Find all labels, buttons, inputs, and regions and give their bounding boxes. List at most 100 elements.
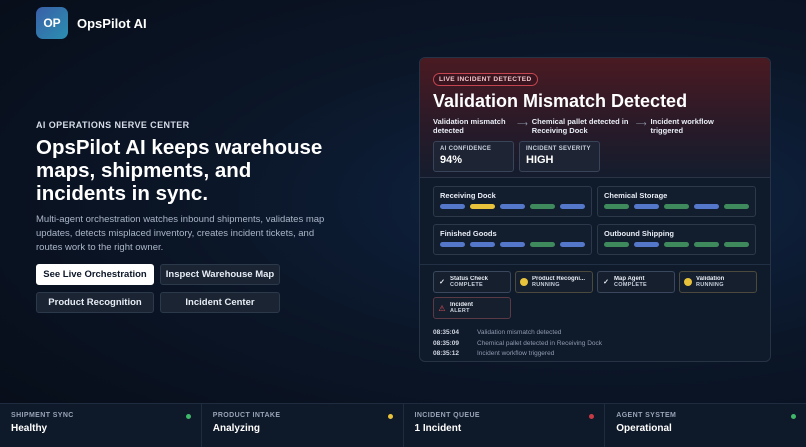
agent-status: COMPLETE — [614, 282, 647, 289]
zone-slot-pill — [500, 204, 525, 209]
log-time: 08:35:04 — [433, 329, 460, 336]
brand-header: OP OpsPilot AI — [36, 7, 147, 39]
agent-status-check[interactable]: ✓ Status Check COMPLETE — [433, 271, 511, 293]
status-value: Healthy — [11, 423, 48, 434]
hero-description: Multi-agent orchestration watches inboun… — [36, 214, 325, 253]
log-row: 08:35:12 Incident workflow triggered — [433, 349, 757, 360]
status-incident-queue[interactable]: INCIDENT QUEUE 1 Incident — [404, 404, 606, 447]
incident-panel: LIVE INCIDENT DETECTED Validation Mismat… — [419, 57, 771, 362]
hero-section: AI OPERATIONS NERVE CENTER OpsPilot AI k… — [36, 120, 336, 313]
check-icon: ✓ — [603, 279, 609, 286]
status-agent-system[interactable]: AGENT SYSTEM Operational — [605, 404, 806, 447]
inspect-warehouse-map-button[interactable]: Inspect Warehouse Map — [160, 263, 280, 285]
agent-status: RUNNING — [532, 282, 560, 289]
incident-metrics: AI CONFIDENCE 94% INCIDENT SEVERITY HIGH — [433, 141, 757, 173]
zone-receiving-dock[interactable]: Receiving Dock — [433, 186, 592, 217]
hero-headline: OpsPilot AI keeps warehouse maps, shipme… — [36, 136, 323, 206]
agent-validation[interactable]: Validation RUNNING — [679, 271, 757, 293]
running-dot-icon — [684, 278, 692, 286]
agent-name: Map Agent — [614, 275, 645, 282]
agent-status: ALERT — [450, 308, 470, 315]
status-dot-icon — [589, 414, 595, 419]
flow-step: Validation mismatch detected — [433, 117, 506, 135]
log-message: Incident workflow triggered — [477, 350, 555, 357]
warning-icon: ⚠ — [438, 303, 446, 313]
status-value: 1 Incident — [414, 423, 462, 434]
arrow-right-icon: ⟶ — [517, 119, 528, 128]
see-live-orchestration-button[interactable]: See Live Orchestration — [36, 263, 154, 285]
log-message: Chemical pallet detected in Receiving Do… — [477, 339, 603, 347]
zone-slot-pill — [604, 204, 629, 209]
check-icon: ✓ — [439, 279, 445, 286]
zone-name: Receiving Dock — [440, 191, 496, 200]
zone-chemical-storage[interactable]: Chemical Storage — [597, 186, 756, 217]
zone-slot-pill — [530, 242, 555, 247]
zone-slot-pill — [470, 204, 495, 209]
product-recognition-button[interactable]: Product Recognition — [36, 291, 154, 313]
status-value: Analyzing — [212, 423, 260, 434]
agent-list: ✓ Status Check COMPLETE Product Recogni..… — [420, 265, 770, 319]
status-dot-icon — [387, 414, 393, 419]
zone-slot-pill — [694, 242, 719, 247]
logo[interactable]: OP — [36, 7, 68, 39]
flow-step: Incident workflow triggered — [650, 117, 714, 135]
status-label: AGENT SYSTEM — [616, 412, 677, 419]
agent-product-recognition[interactable]: Product Recogni... RUNNING — [515, 271, 593, 293]
zone-slot-pill — [604, 242, 629, 247]
zone-slot-pill — [440, 204, 465, 209]
incident-flow: Validation mismatch detected ⟶ Chemical … — [433, 117, 757, 135]
incident-center-button[interactable]: Incident Center — [160, 291, 280, 313]
agent-name: Incident — [450, 301, 474, 308]
zone-slot-pill — [440, 242, 465, 247]
zone-slot-pill — [500, 242, 525, 247]
status-dot-icon — [185, 414, 191, 419]
status-label: PRODUCT INTAKE — [212, 412, 281, 419]
hero-eyebrow: AI OPERATIONS NERVE CENTER — [36, 120, 190, 130]
log-row: 08:35:09 Chemical pallet detected in Rec… — [433, 339, 757, 350]
zone-name: Finished Goods — [440, 229, 497, 238]
hero-actions: See Live Orchestration Inspect Warehouse… — [36, 263, 336, 313]
incident-severity-metric: INCIDENT SEVERITY HIGH — [519, 141, 600, 173]
zone-slot-pill — [560, 242, 585, 247]
warehouse-zones: Receiving Dock Chemical Storage Finished… — [420, 178, 770, 255]
zone-slot-pill — [530, 204, 555, 209]
zone-slot-pill — [694, 204, 719, 209]
status-product-intake[interactable]: PRODUCT INTAKE Analyzing — [202, 404, 404, 447]
agent-status: RUNNING — [696, 282, 724, 289]
agent-map[interactable]: ✓ Map Agent COMPLETE — [597, 271, 675, 293]
status-dot-icon — [791, 414, 796, 419]
zone-slot-pill — [634, 242, 659, 247]
zone-slot-pill — [724, 242, 749, 247]
log-time: 08:35:09 — [433, 339, 460, 347]
event-log: 08:35:04 Validation mismatch detected 08… — [420, 319, 770, 360]
agent-name: Validation — [696, 275, 725, 282]
running-dot-icon — [520, 278, 528, 286]
incident-title: Validation Mismatch Detected — [433, 91, 688, 111]
agent-name: Product Recogni... — [532, 275, 586, 282]
log-time: 08:35:12 — [433, 350, 460, 357]
incident-header: LIVE INCIDENT DETECTED Validation Mismat… — [420, 58, 770, 178]
flow-step: Chemical pallet detected in Receiving Do… — [531, 117, 629, 135]
status-bar: SHIPMENT SYNC Healthy PRODUCT INTAKE Ana… — [0, 403, 806, 447]
zone-name: Outbound Shipping — [604, 229, 674, 238]
status-label: SHIPMENT SYNC — [11, 412, 74, 419]
log-row: 08:35:04 Validation mismatch detected — [433, 328, 757, 339]
zone-slot-pill — [634, 204, 659, 209]
arrow-right-icon: ⟶ — [635, 119, 647, 128]
metric-value: HIGH — [526, 154, 554, 167]
agent-incident[interactable]: ⚠ Incident ALERT — [433, 297, 511, 319]
agent-status: COMPLETE — [450, 282, 483, 289]
zone-slot-pill — [470, 242, 495, 247]
status-label: INCIDENT QUEUE — [414, 412, 480, 419]
brand-name: OpsPilot AI — [77, 15, 147, 31]
status-shipment-sync[interactable]: SHIPMENT SYNC Healthy — [0, 404, 202, 447]
zone-outbound-shipping[interactable]: Outbound Shipping — [597, 224, 756, 255]
metric-label: INCIDENT SEVERITY — [526, 146, 591, 153]
zone-slot-pill — [664, 204, 689, 209]
zone-pills — [604, 204, 749, 209]
zone-name: Chemical Storage — [604, 191, 668, 200]
status-value: Operational — [616, 423, 672, 434]
zone-finished-goods[interactable]: Finished Goods — [433, 224, 592, 255]
ai-confidence-metric: AI CONFIDENCE 94% — [433, 141, 514, 173]
metric-label: AI CONFIDENCE — [440, 146, 492, 153]
